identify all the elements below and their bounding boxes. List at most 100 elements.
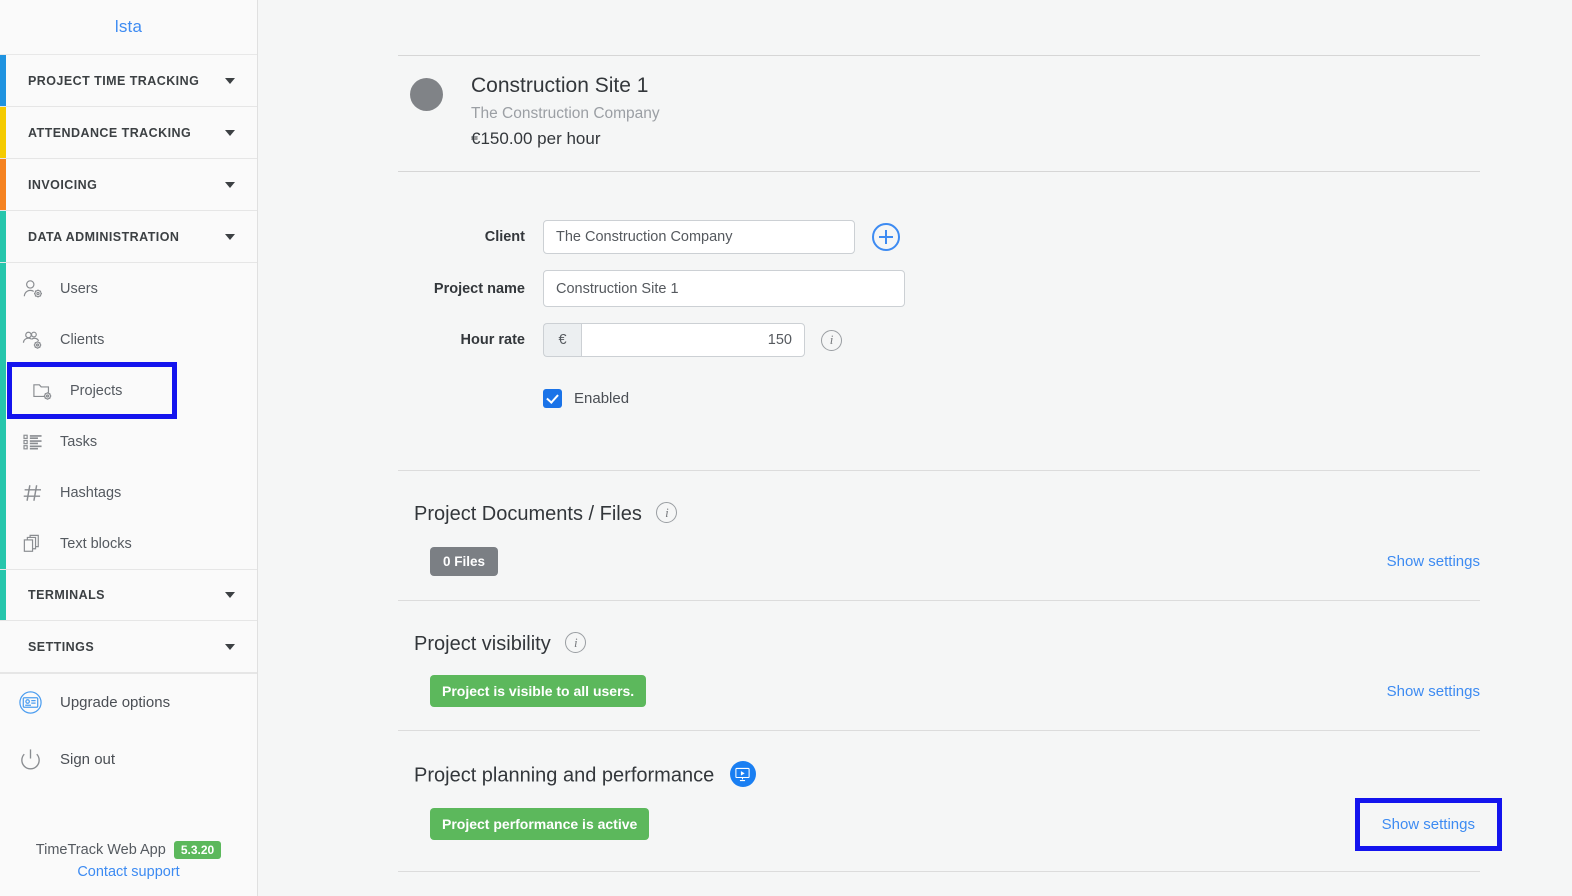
copy-icon [22, 532, 52, 556]
section-color-stripe-blue [0, 55, 6, 106]
sidebar-item-label: Sign out [60, 751, 116, 768]
sidebar-section-data-administration[interactable]: DATA ADMINISTRATION [0, 211, 257, 263]
hashtag-icon [22, 481, 52, 505]
chevron-down-icon [225, 233, 235, 240]
enabled-label: Enabled [574, 390, 630, 407]
sidebar-item-tasks[interactable]: Tasks [0, 416, 257, 467]
video-monitor-icon[interactable] [729, 761, 756, 787]
section-color-stripe-orange [0, 159, 6, 210]
info-icon[interactable]: i [656, 502, 678, 524]
project-client-name: The Construction Company [471, 105, 660, 122]
sidebar-item-hashtags[interactable]: Hashtags [0, 467, 257, 518]
hour-rate-input[interactable]: 150 [581, 323, 805, 357]
project-form: Client The Construction Company Project … [398, 172, 1480, 408]
section-color-stripe-none [0, 621, 6, 672]
sidebar: lsta PROJECT TIME TRACKING ATTENDANCE TR… [0, 0, 258, 896]
divider-bottom [398, 871, 1480, 872]
project-header: Construction Site 1 The Construction Com… [398, 56, 1480, 171]
sidebar-section-terminals[interactable]: TERMINALS [0, 569, 257, 621]
client-input[interactable]: The Construction Company [543, 220, 855, 254]
app-version-row: TimeTrack Web App 5.3.20 [0, 841, 257, 859]
project-name-label: Project name [433, 280, 525, 297]
planning-show-settings-link[interactable]: Show settings [1354, 797, 1503, 851]
app-root: lsta PROJECT TIME TRACKING ATTENDANCE TR… [0, 0, 1572, 896]
enabled-row: Enabled [398, 373, 1480, 408]
list-icon [22, 430, 52, 454]
hour-rate-label: Hour rate [460, 332, 525, 348]
form-row-project-name: Project name Construction Site 1 [398, 270, 1480, 307]
brand-header: lsta [0, 0, 257, 55]
page-title: Construction Site 1 [471, 74, 649, 97]
sidebar-item-projects[interactable]: Projects [7, 362, 177, 419]
documents-show-settings-link[interactable]: Show settings [1387, 553, 1480, 570]
users-gear-icon [22, 328, 52, 352]
section-color-stripe-teal [0, 211, 6, 262]
planning-title: Project planning and performance [414, 761, 1480, 789]
app-name: TimeTrack Web App [35, 842, 166, 858]
sidebar-item-label: Text blocks [60, 535, 132, 552]
client-label: Client [484, 229, 525, 245]
user-gear-icon [22, 277, 52, 301]
info-icon[interactable]: i [821, 329, 842, 351]
project-rate-display: €150.00 per hour [471, 129, 601, 148]
sidebar-item-upgrade-options[interactable]: Upgrade options [0, 674, 257, 731]
section-label: PROJECT TIME TRACKING [28, 73, 200, 88]
sidebar-item-clients[interactable]: Clients [0, 314, 257, 365]
sidebar-section-settings[interactable]: SETTINGS [0, 621, 257, 673]
section-label: ATTENDANCE TRACKING [28, 125, 192, 140]
contact-support-link[interactable]: Contact support [0, 864, 257, 880]
visibility-show-settings-link[interactable]: Show settings [1387, 683, 1480, 700]
files-count-badge: 0 Files [430, 546, 499, 576]
section-label: DATA ADMINISTRATION [28, 229, 180, 244]
visibility-title-text: Project visibility [414, 633, 551, 655]
sidebar-footer: TimeTrack Web App 5.3.20 Contact support [0, 841, 257, 880]
form-row-client: Client The Construction Company [398, 220, 1480, 254]
chevron-down-icon [225, 181, 235, 188]
chevron-down-icon [225, 643, 235, 650]
section-color-stripe-yellow [0, 107, 6, 158]
sidebar-item-label: Clients [60, 331, 105, 348]
form-row-hour-rate: Hour rate € 150 i [398, 323, 1480, 357]
enabled-checkbox[interactable] [543, 389, 562, 408]
data-administration-submenu: Users Clients Projects Tasks Hashtags Te… [0, 263, 257, 569]
sidebar-item-label: Projects [70, 382, 123, 399]
documents-title-text: Project Documents / Files [414, 503, 642, 525]
sidebar-section-invoicing[interactable]: INVOICING [0, 159, 257, 211]
sidebar-item-label: Tasks [60, 433, 98, 450]
section-label: TERMINALS [28, 588, 105, 602]
sidebar-item-users[interactable]: Users [0, 263, 257, 314]
visibility-title: Project visibility i [414, 632, 1480, 656]
planning-title-text: Project planning and performance [414, 764, 715, 787]
chevron-down-icon [225, 77, 235, 84]
project-header-text: Construction Site 1 The Construction Com… [471, 74, 660, 149]
documents-title: Project Documents / Files i [414, 502, 1480, 526]
planning-row: Project performance is active Show setti… [414, 789, 1503, 851]
sidebar-item-text-blocks[interactable]: Text blocks [0, 518, 257, 569]
visibility-status-badge: Project is visible to all users. [430, 675, 647, 707]
content-column: Construction Site 1 The Construction Com… [398, 0, 1503, 872]
section-label: INVOICING [28, 177, 98, 192]
sidebar-item-label: Users [60, 280, 98, 297]
main-content: Construction Site 1 The Construction Com… [258, 0, 1572, 896]
hour-rate-group: € 150 [543, 323, 805, 357]
section-color-stripe-teal [0, 570, 6, 620]
visibility-row: Project is visible to all users. Show se… [414, 656, 1480, 708]
brand-logo-text: lsta [114, 17, 143, 36]
info-icon[interactable]: i [565, 632, 587, 654]
section-label: SETTINGS [28, 639, 95, 654]
folder-gear-icon [32, 379, 62, 403]
project-name-input[interactable]: Construction Site 1 [543, 270, 905, 307]
sidebar-item-sign-out[interactable]: Sign out [0, 731, 257, 788]
section-project-planning: Project planning and performance Project… [398, 731, 1503, 851]
sidebar-section-attendance-tracking[interactable]: ATTENDANCE TRACKING [0, 107, 257, 159]
sidebar-item-label: Hashtags [60, 484, 122, 501]
add-client-button[interactable] [872, 223, 900, 251]
planning-status-badge: Project performance is active [430, 808, 650, 840]
section-project-visibility: Project visibility i Project is visible … [398, 601, 1480, 708]
upgrade-icon [18, 691, 48, 715]
currency-prefix: € [543, 323, 581, 357]
sidebar-section-project-time-tracking[interactable]: PROJECT TIME TRACKING [0, 55, 257, 107]
chevron-down-icon [225, 129, 235, 136]
project-avatar [410, 78, 443, 111]
sidebar-lower-nav: Upgrade options Sign out [0, 673, 257, 788]
